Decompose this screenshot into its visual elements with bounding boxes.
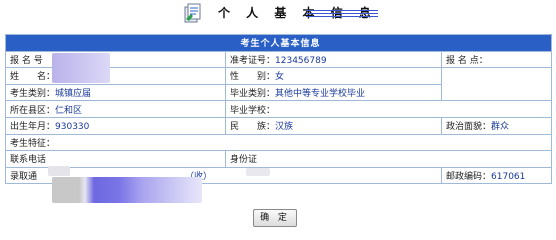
feature-cell: 考生特征： <box>4 133 553 152</box>
region-value: 仁和区 <box>55 105 83 116</box>
region-cell: 所在县区：仁和区 <box>5 100 226 118</box>
name-cell: 姓 名： <box>5 67 226 85</box>
address-label: 录取通 <box>10 172 38 183</box>
table-row: 考生特征： <box>4 133 553 152</box>
table-header-row: 考生个人基本信息 <box>4 34 553 52</box>
phone-label: 联系电话 <box>10 155 47 166</box>
birth-label: 出生年月： <box>10 122 56 133</box>
birth-cell: 出生年月：930330 <box>5 116 226 135</box>
region-label: 所在县区： <box>10 105 56 116</box>
redaction-blur <box>52 177 202 203</box>
bylb-label: 毕业类别： <box>230 89 276 100</box>
bylb-value: 其他中等专业学校毕业 <box>275 89 366 100</box>
kslb-cell: 考生类别：城镇应届 <box>5 83 226 102</box>
id-cell: 身份证 <box>224 150 553 168</box>
table-row: 联系电话 身份证 <box>5 150 553 168</box>
political-value: 群众 <box>491 122 510 133</box>
school-label: 毕业学校： <box>230 105 276 116</box>
table-row: 所在县区：仁和区 毕业学校： <box>5 100 553 118</box>
bmd-label: 报 名 点： <box>446 55 488 66</box>
table-caption: 考生个人基本信息 <box>4 34 553 52</box>
school-cell: 毕业学校： <box>224 100 553 118</box>
id-label: 身份证 <box>230 155 258 166</box>
political-label: 政治面貌： <box>446 122 492 133</box>
nation-value: 汉族 <box>275 122 294 133</box>
zhunkao-cell: 准考证号：123456789 <box>225 50 442 69</box>
gender-cell: 性 别：女 <box>225 67 442 85</box>
political-cell: 政治面貌：群众 <box>440 116 553 135</box>
postal-label: 邮政编码： <box>446 172 492 183</box>
baoming-label: 报 名 号 <box>10 55 43 66</box>
nation-label: 民 族： <box>230 122 276 133</box>
gender-label: 性 别： <box>230 72 276 83</box>
page-header: 个 人 基 本 信 息 <box>0 0 556 28</box>
table-row: 出生年月：930330 民 族：汉族 政治面貌：群众 <box>5 116 553 135</box>
redaction-blur <box>246 168 270 176</box>
bylb-cell: 毕业类别：其他中等专业学校毕业 <box>225 83 442 102</box>
zhunkao-label: 准考证号： <box>230 55 276 66</box>
redaction-blur <box>52 53 110 83</box>
zhunkao-value: 123456789 <box>275 55 327 66</box>
postal-cell: 邮政编码：617061 <box>440 166 553 185</box>
kslb-label: 考生类别： <box>10 89 56 100</box>
postal-value: 617061 <box>491 172 526 183</box>
feature-label: 考生特征： <box>10 138 56 149</box>
nation-cell: 民 族：汉族 <box>225 116 442 135</box>
title-decoration <box>306 10 378 18</box>
name-label: 姓 名： <box>10 72 56 83</box>
kslb-value: 城镇应届 <box>55 89 92 100</box>
redaction-blur <box>48 166 70 176</box>
baoming-cell: 报 名 号 <box>5 50 226 69</box>
birth-value: 930330 <box>55 122 90 133</box>
confirm-button[interactable]: 确 定 <box>253 209 297 227</box>
gender-value: 女 <box>275 72 285 83</box>
empty-cell <box>440 67 553 102</box>
folder-doc-icon <box>184 3 201 23</box>
bmd-cell: 报 名 点： <box>440 50 553 69</box>
phone-cell: 联系电话 <box>5 150 226 168</box>
